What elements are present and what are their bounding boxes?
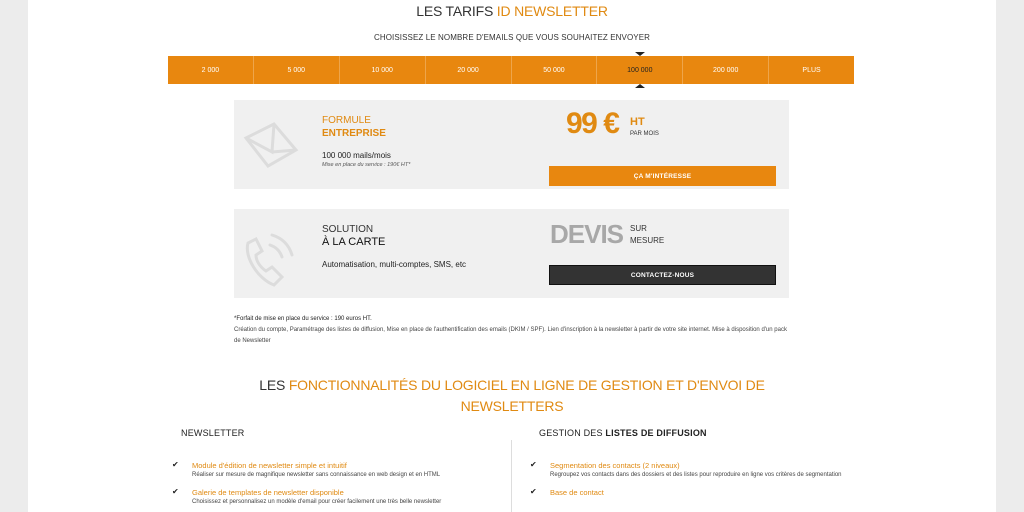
devis-sub-line1: SUR [630, 224, 647, 233]
newsletter-heading: NEWSLETTER [181, 428, 245, 438]
item-title: Galerie de templates de newsletter dispo… [192, 488, 344, 497]
interest-button[interactable]: ÇA M'INTÉRESSE [549, 166, 776, 186]
list-item: ✔ Galerie de templates de newsletter dis… [172, 487, 510, 507]
page: LES TARIFS ID NEWSLETTER CHOISISSEZ LE N… [28, 0, 996, 512]
footnote-line2: Création du compte, Paramétrage des list… [234, 327, 787, 344]
volume-option-2000[interactable]: 2 000 [168, 56, 254, 84]
footnote-line1: *Forfait de mise en place du service : 1… [234, 316, 372, 322]
item-title: Base de contact [550, 488, 604, 497]
lists-heading-prefix: GESTION DES [539, 428, 606, 438]
title-plain: LES TARIFS [416, 3, 497, 19]
check-icon: ✔ [172, 487, 179, 496]
custom-features: Automatisation, multi-comptes, SMS, etc [322, 260, 467, 269]
item-desc: Choisissez et personnalisez un modèle d'… [192, 499, 442, 505]
check-icon: ✔ [530, 487, 537, 496]
item-desc: Regroupez vos contacts dans des dossiers… [550, 472, 842, 478]
volume-option-100000[interactable]: 100 000 [597, 52, 684, 88]
envelope-icon [243, 122, 299, 168]
features-title-prefix: LES [259, 377, 289, 393]
devis-sub: SUR MESURE [630, 223, 664, 247]
plan-price-period: PAR MOIS [630, 131, 659, 137]
footnote: *Forfait de mise en place du service : 1… [234, 314, 794, 347]
lists-heading-bold: LISTES DE DIFFUSION [605, 428, 707, 438]
page-subtitle: CHOISISSEZ LE NOMBRE D'EMAILS QUE VOUS S… [373, 33, 651, 42]
contact-button[interactable]: CONTACTEZ-NOUS [549, 265, 776, 285]
plan-setup-note: Mise en place du service : 190€ HT* [322, 162, 411, 168]
list-item: ✔ Module d'édition de newsletter simple … [172, 460, 510, 480]
devis-sub-line2: MESURE [630, 236, 665, 245]
plan-price: 99 € [566, 107, 620, 140]
page-title: LES TARIFS ID NEWSLETTER [28, 3, 996, 19]
item-title: Segmentation des contacts (2 niveaux) [550, 461, 680, 470]
item-desc: Réaliser sur mesure de magnifique newsle… [192, 472, 441, 478]
check-icon: ✔ [172, 460, 179, 469]
plan-card-entreprise: FORMULE ENTREPRISE 100 000 mails/mois Mi… [234, 100, 789, 189]
volume-option-50000[interactable]: 50 000 [512, 56, 598, 84]
column-divider [511, 440, 512, 512]
newsletter-column: NEWSLETTER ✔ Module d'édition de newslet… [172, 428, 510, 512]
phone-icon [245, 233, 294, 287]
plan-price-ht: HT [630, 116, 645, 128]
item-title: Module d'édition de newsletter simple et… [192, 461, 347, 470]
plan-name: ENTREPRISE [322, 128, 386, 139]
check-icon: ✔ [530, 460, 537, 469]
lists-column: GESTION DES LISTES DE DIFFUSION ✔ Segmen… [530, 428, 868, 506]
volume-option-20000[interactable]: 20 000 [426, 56, 512, 84]
features-title-accent: FONCTIONNALITÉS DU LOGICIEL EN LIGNE DE … [288, 377, 765, 414]
plan-kicker: FORMULE [322, 115, 371, 126]
devis-label: DEVIS [550, 219, 624, 249]
plan-card-a-la-carte: SOLUTION À LA CARTE Automatisation, mult… [234, 209, 789, 298]
volume-option-plus[interactable]: PLUS [769, 56, 854, 84]
volume-option-200000[interactable]: 200 000 [683, 56, 770, 84]
title-accent: ID NEWSLETTER [496, 3, 608, 19]
custom-name: À LA CARTE [322, 236, 386, 248]
list-item: ✔ Base de contact [530, 487, 868, 498]
list-item: ✔ Segmentation des contacts (2 niveaux) … [530, 460, 868, 480]
lists-heading: GESTION DES LISTES DE DIFFUSION [539, 428, 868, 438]
plan-mails: 100 000 mails/mois [322, 151, 391, 160]
volume-selector: 2 000 5 000 10 000 20 000 50 000 100 000… [168, 52, 854, 88]
custom-kicker: SOLUTION [322, 224, 374, 235]
features-title: LES FONCTIONNALITÉS DU LOGICIEL EN LIGNE… [238, 375, 786, 417]
volume-option-5000[interactable]: 5 000 [254, 56, 340, 84]
volume-option-10000[interactable]: 10 000 [340, 56, 426, 84]
